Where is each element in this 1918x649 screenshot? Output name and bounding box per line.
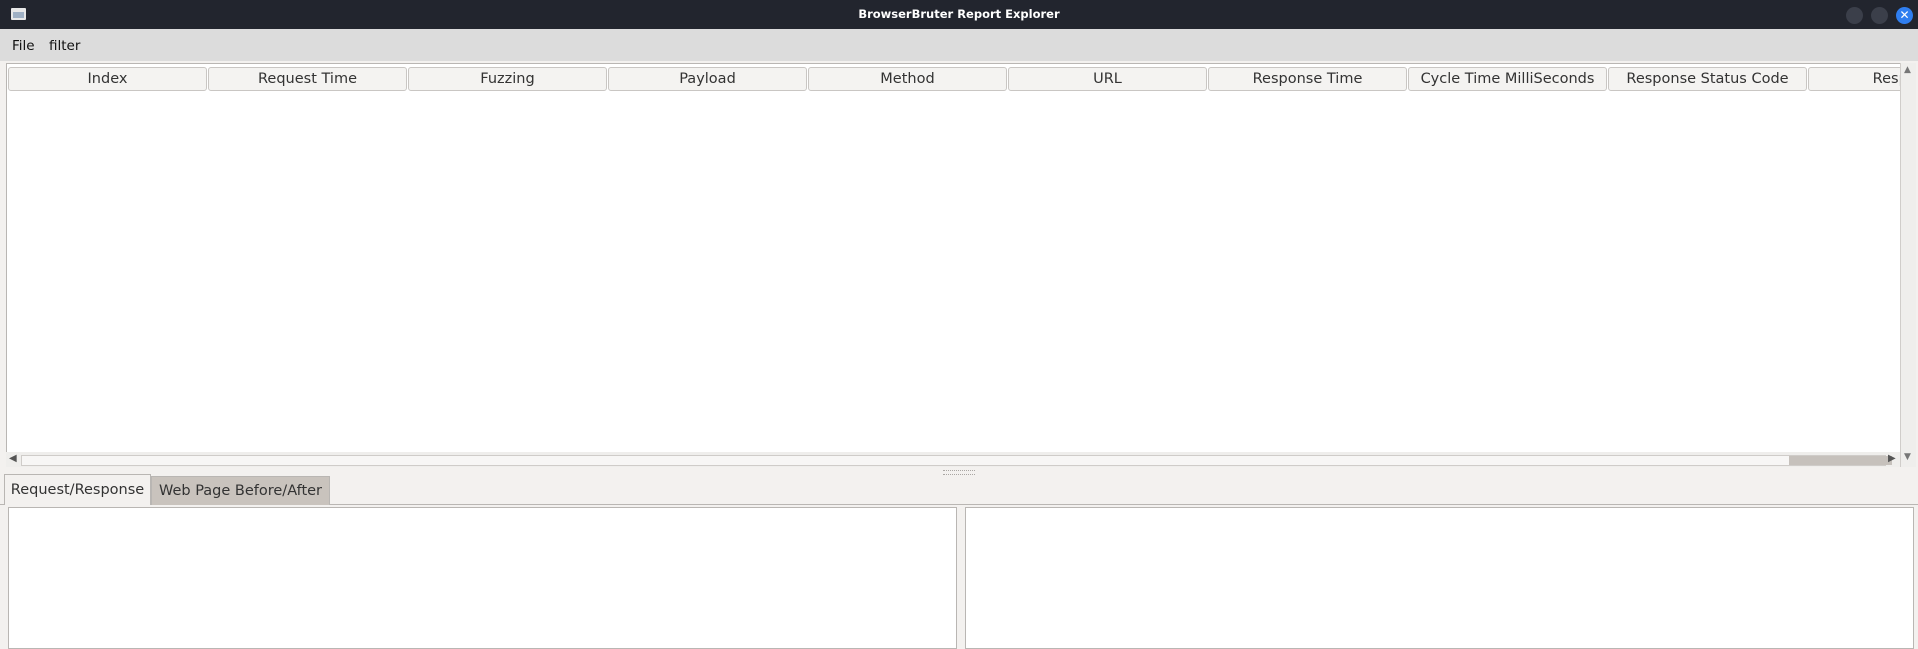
report-table[interactable]: Index Request Time Fuzzing Payload Metho… (6, 63, 1902, 454)
scroll-up-icon[interactable]: ▲ (1904, 65, 1911, 75)
menu-filter[interactable]: filter (49, 38, 80, 54)
response-pane[interactable] (965, 507, 1914, 649)
vertical-scrollbar[interactable]: ▲ ▼ (1900, 63, 1916, 467)
scroll-down-icon[interactable]: ▼ (1904, 452, 1911, 462)
scroll-right-icon[interactable]: ▶ (1888, 453, 1896, 464)
menu-file[interactable]: File (12, 38, 35, 54)
column-header-payload[interactable]: Payload (608, 67, 807, 91)
tab-request-response[interactable]: Request/Response (4, 474, 151, 505)
close-icon[interactable]: ✕ (1896, 7, 1913, 24)
column-header-method[interactable]: Method (808, 67, 1007, 91)
window-title: BrowserBruter Report Explorer (858, 7, 1060, 21)
request-pane[interactable] (8, 507, 957, 649)
column-header-request-time[interactable]: Request Time (208, 67, 407, 91)
vertical-scroll-thumb[interactable] (1904, 89, 1913, 447)
splitter-handle[interactable] (943, 470, 975, 475)
minimize-icon[interactable] (1846, 7, 1863, 24)
horizontal-scroll-thumb[interactable] (1789, 456, 1892, 465)
column-header-response-status-code[interactable]: Response Status Code (1608, 67, 1807, 91)
column-header-fuzzing[interactable]: Fuzzing (408, 67, 607, 91)
column-header-response[interactable]: Response (1808, 67, 1901, 91)
table-header: Index Request Time Fuzzing Payload Metho… (7, 67, 1901, 91)
column-header-index[interactable]: Index (8, 67, 207, 91)
column-header-url[interactable]: URL (1008, 67, 1207, 91)
tab-web-page-before-after[interactable]: Web Page Before/After (151, 476, 330, 505)
maximize-icon[interactable] (1871, 7, 1888, 24)
scroll-left-icon[interactable]: ◀ (9, 453, 17, 464)
horizontal-scroll-track[interactable] (21, 455, 1886, 466)
horizontal-scrollbar[interactable]: ◀ ▶ (6, 452, 1900, 467)
title-bar[interactable]: BrowserBruter Report Explorer ✕ (0, 0, 1918, 29)
column-header-response-time[interactable]: Response Time (1208, 67, 1407, 91)
column-header-cycle-time[interactable]: Cycle Time MilliSeconds (1408, 67, 1607, 91)
menu-bar: File filter (0, 29, 1918, 61)
